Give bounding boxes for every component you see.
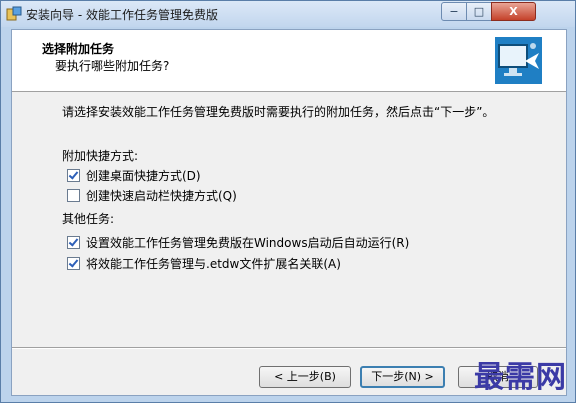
desktop-shortcut-option[interactable]: 创建桌面快捷方式(D) (67, 167, 201, 184)
instruction-text: 请选择安装效能工作任务管理免费版时需要执行的附加任务，然后点击“下一步”。 (62, 105, 495, 119)
autorun-checkbox[interactable] (67, 236, 80, 249)
footer-divider (12, 347, 566, 349)
quicklaunch-shortcut-option[interactable]: 创建快速启动栏快捷方式(Q) (67, 187, 237, 204)
file-association-option[interactable]: 将效能工作任务管理与.etdw文件扩展名关联(A) (67, 255, 341, 272)
quicklaunch-shortcut-checkbox[interactable] (67, 189, 80, 202)
close-button[interactable]: X (491, 2, 536, 21)
page-title: 选择附加任务 (42, 42, 115, 56)
other-tasks-group-label: 其他任务: (62, 212, 115, 226)
page-subtitle: 要执行哪些附加任务? (55, 59, 170, 73)
quicklaunch-shortcut-label[interactable]: 创建快速启动栏快捷方式(Q) (86, 189, 237, 203)
monitor-arrow-icon (495, 37, 542, 84)
minimize-button[interactable]: − (441, 2, 467, 21)
file-association-label[interactable]: 将效能工作任务管理与.etdw文件扩展名关联(A) (86, 257, 341, 271)
wizard-page: 选择附加任务 要执行哪些附加任务? 请选择安装效能工作任务管理免费版时需要执行的… (11, 29, 567, 396)
maximize-button[interactable]: □ (466, 2, 492, 21)
shortcuts-group-label: 附加快捷方式: (62, 149, 139, 163)
installer-icon (6, 6, 22, 21)
autorun-option[interactable]: 设置效能工作任务管理免费版在Windows启动后自动运行(R) (67, 234, 409, 251)
wizard-header: 选择附加任务 要执行哪些附加任务? (12, 30, 566, 92)
setup-wizard-window: 安装向导 - 效能工作任务管理免费版 − □ X 选择附加任务 要执行哪些附加任… (0, 0, 576, 403)
next-button[interactable]: 下一步(N) > (360, 366, 445, 388)
window-title: 安装向导 - 效能工作任务管理免费版 (26, 8, 218, 22)
file-association-checkbox[interactable] (67, 257, 80, 270)
back-button[interactable]: < 上一步(B) (259, 366, 351, 388)
autorun-label[interactable]: 设置效能工作任务管理免费版在Windows启动后自动运行(R) (86, 236, 409, 250)
desktop-shortcut-label[interactable]: 创建桌面快捷方式(D) (86, 169, 201, 183)
desktop-shortcut-checkbox[interactable] (67, 169, 80, 182)
watermark-text: 最需网 (474, 360, 567, 395)
title-bar[interactable]: 安装向导 - 效能工作任务管理免费版 − □ X (1, 1, 575, 27)
